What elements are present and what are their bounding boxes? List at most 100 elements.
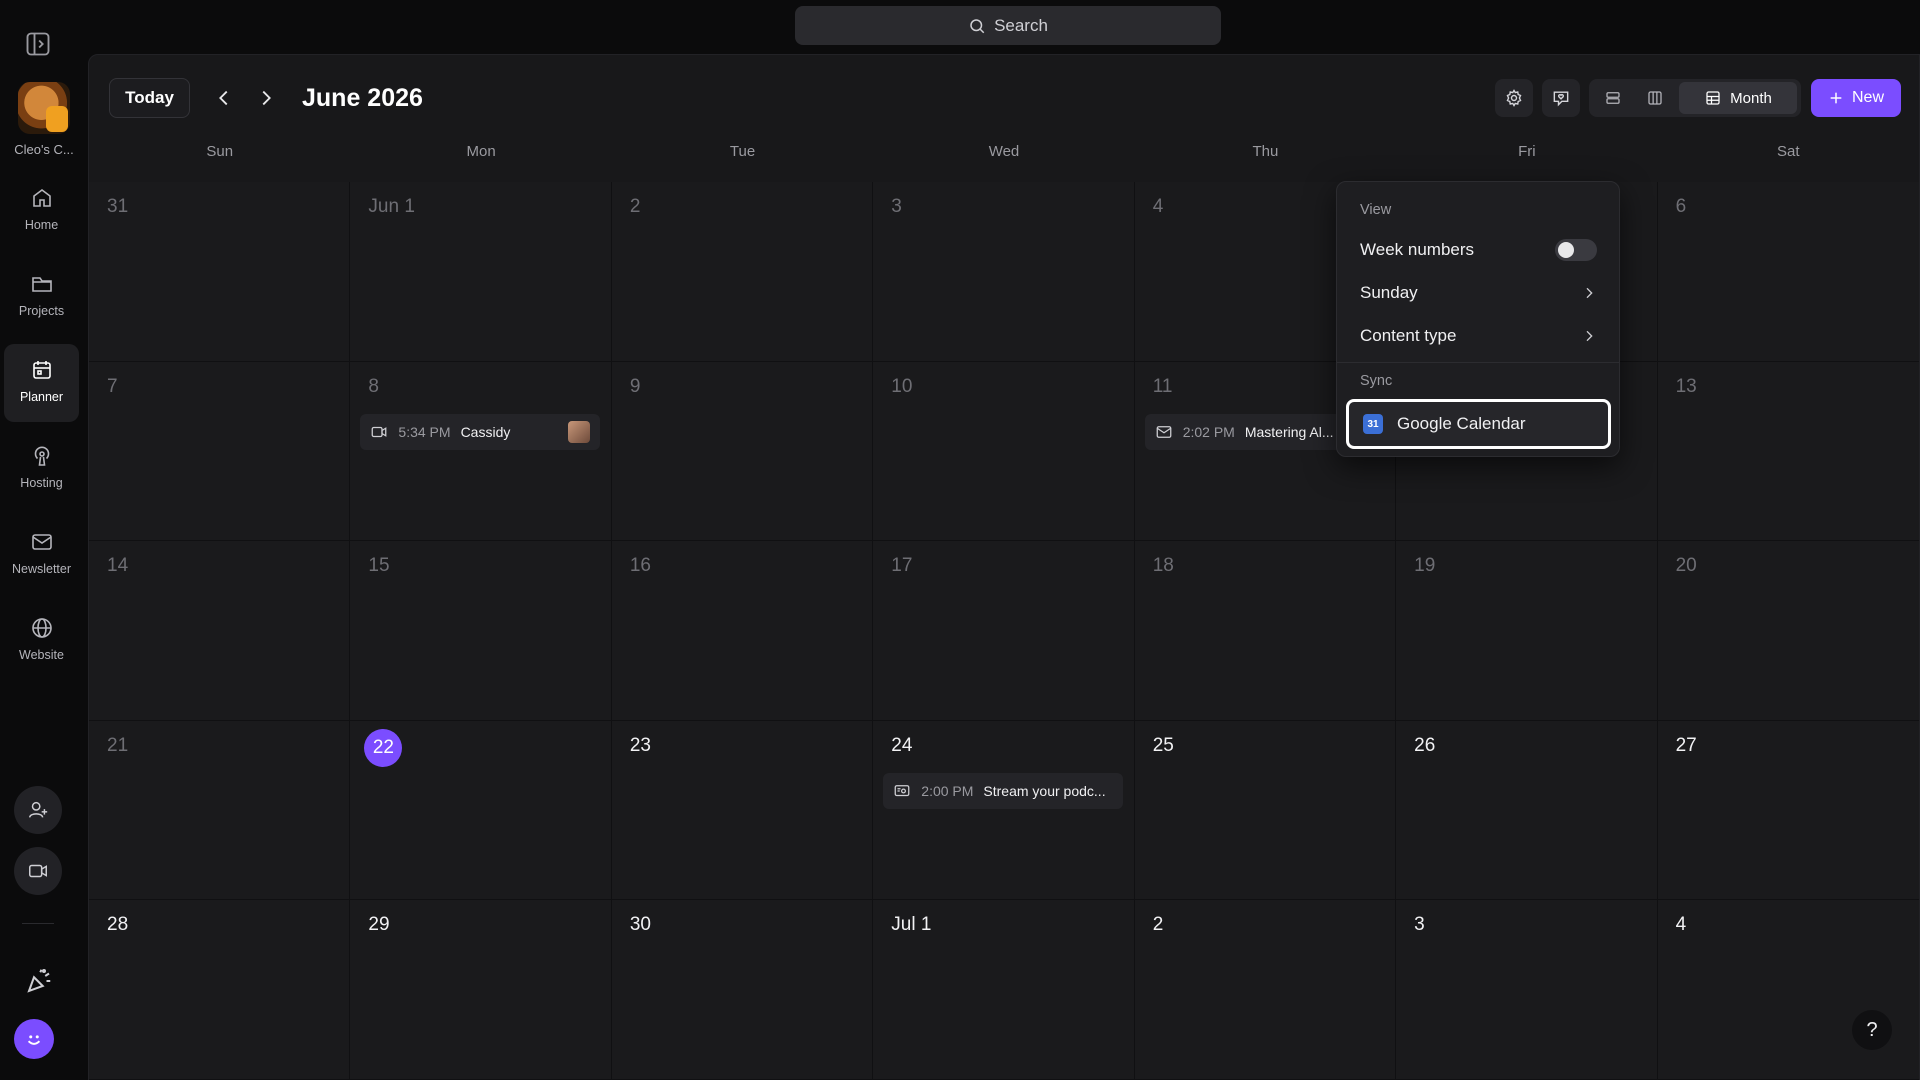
sidebar-item-newsletter[interactable]: Newsletter — [4, 516, 79, 594]
menu-item-week-start[interactable]: Sunday — [1346, 273, 1611, 313]
chat-heart-icon — [1553, 91, 1569, 107]
day-cell[interactable]: 30 — [611, 900, 874, 1080]
day-number: 30 — [629, 914, 651, 936]
weekday-label: Sun — [206, 143, 234, 160]
view-month-button[interactable]: Month — [1679, 82, 1797, 114]
globe-icon — [31, 618, 52, 638]
day-number: 16 — [629, 555, 651, 577]
day-cell[interactable]: 19 — [1396, 541, 1658, 721]
day-cell[interactable]: 29 — [350, 900, 612, 1080]
grid-view-icon — [1706, 91, 1720, 105]
mail-icon — [1156, 425, 1172, 438]
day-cell[interactable]: 13 — [1657, 361, 1919, 542]
today-button[interactable]: Today — [109, 78, 190, 118]
sidebar-item-projects[interactable]: Projects — [4, 258, 79, 336]
new-button[interactable]: New — [1811, 79, 1901, 117]
day-cell[interactable]: 27 — [1657, 720, 1919, 901]
sidebar-toggle-icon[interactable] — [24, 30, 52, 58]
weekday-header: Sun Mon Tue Wed Thu Fri Sat — [89, 143, 1919, 173]
week-numbers-toggle[interactable] — [1555, 239, 1597, 261]
day-cell[interactable]: 16 — [611, 541, 874, 721]
day-number: 20 — [1675, 555, 1697, 577]
day-number: 27 — [1675, 734, 1697, 756]
menu-divider — [1337, 362, 1619, 363]
search-input[interactable]: Search — [795, 6, 1221, 45]
settings-button[interactable] — [1495, 79, 1533, 117]
day-cell[interactable]: Jul 1 — [873, 900, 1135, 1080]
invite-user-button[interactable] — [14, 786, 62, 834]
day-cell[interactable]: 20 — [1657, 541, 1919, 721]
day-number: 8 — [368, 375, 379, 397]
event-time: 5:34 PM — [398, 423, 451, 440]
menu-item-week-numbers[interactable]: Week numbers — [1346, 230, 1611, 270]
gear-icon — [1506, 89, 1522, 107]
search-placeholder: Search — [994, 15, 1048, 35]
day-cell[interactable]: 24 2:00 PM Stream your podc... — [873, 720, 1135, 901]
podcast-icon — [34, 446, 49, 466]
day-cell[interactable]: 21 — [89, 720, 351, 901]
day-cell[interactable]: 18 — [1134, 541, 1397, 721]
day-cell[interactable]: 15 — [350, 541, 612, 721]
user-avatar[interactable] — [14, 1019, 54, 1059]
day-number: 4 — [1152, 196, 1164, 217]
day-cell[interactable]: 31 — [89, 182, 351, 362]
day-cell[interactable]: 9 — [611, 361, 874, 542]
day-number: 17 — [891, 555, 913, 577]
day-cell[interactable]: 17 — [873, 541, 1135, 721]
video-icon — [372, 426, 387, 437]
day-cell[interactable]: 22 — [350, 720, 612, 901]
help-button[interactable]: ? — [1852, 1010, 1892, 1050]
view-month-label: Month — [1730, 89, 1772, 107]
menu-item-label: Content type — [1360, 326, 1457, 345]
menu-section-sync: Sync — [1360, 373, 1393, 389]
sidebar-item-website[interactable]: Website — [4, 602, 79, 680]
view-week-button[interactable] — [1637, 83, 1673, 113]
event-time: 2:00 PM — [921, 782, 974, 799]
day-number: 9 — [629, 375, 641, 397]
day-number: 24 — [891, 734, 913, 756]
previous-month-button[interactable] — [213, 87, 235, 109]
day-cell[interactable]: Jun 1 — [350, 182, 612, 362]
day-number: 3 — [1414, 914, 1425, 936]
day-cell[interactable]: 14 — [89, 541, 351, 721]
event-chip[interactable]: 2:00 PM Stream your podc... — [883, 772, 1124, 809]
whats-new-icon[interactable] — [24, 966, 54, 996]
day-cell[interactable]: 2 — [611, 182, 874, 362]
day-cell[interactable]: 3 — [1396, 900, 1658, 1080]
record-video-button[interactable] — [14, 847, 62, 895]
new-button-label: New — [1851, 89, 1884, 106]
workspace-switcher[interactable]: Cleo's C... — [8, 82, 80, 157]
menu-item-content-type[interactable]: Content type — [1346, 316, 1611, 356]
day-cell[interactable]: 26 — [1396, 720, 1658, 901]
sidebar-item-label: Planner — [19, 390, 64, 404]
day-cell[interactable]: 3 — [873, 182, 1135, 362]
workspace-logo — [18, 82, 70, 134]
sidebar-item-planner[interactable]: Planner — [4, 344, 79, 422]
sidebar-item-home[interactable]: Home — [4, 172, 79, 250]
weekday-label: Tue — [729, 143, 756, 160]
day-cell[interactable]: 8 5:34 PM Cassidy — [350, 361, 612, 542]
plus-icon — [1830, 92, 1842, 104]
sidebar-item-hosting[interactable]: Hosting — [4, 430, 79, 508]
day-number: 25 — [1152, 734, 1174, 756]
view-list-button[interactable] — [1595, 83, 1631, 113]
day-cell[interactable]: 23 — [611, 720, 874, 901]
day-cell[interactable]: 28 — [89, 900, 351, 1080]
feedback-button[interactable] — [1542, 79, 1580, 117]
day-number: 4 — [1675, 914, 1687, 936]
day-cell[interactable]: 10 — [873, 361, 1135, 542]
day-cell[interactable]: 2 — [1134, 900, 1397, 1080]
next-month-button[interactable] — [255, 87, 277, 109]
menu-item-label: Week numbers — [1360, 240, 1475, 259]
day-cell[interactable]: 6 — [1657, 182, 1919, 362]
event-title: Mastering Al... — [1244, 423, 1334, 440]
day-cell[interactable]: 7 — [89, 361, 351, 542]
today-marker: 22 — [364, 728, 403, 767]
day-cell[interactable]: 25 — [1134, 720, 1397, 901]
day-cell[interactable]: 4 — [1657, 900, 1919, 1080]
sidebar-item-label: Projects — [18, 304, 65, 318]
event-chip[interactable]: 5:34 PM Cassidy — [360, 413, 601, 450]
search-icon — [970, 18, 985, 33]
google-calendar-sync-item[interactable]: 31 Google Calendar — [1346, 399, 1611, 449]
menu-item-label: Sunday — [1360, 283, 1418, 302]
